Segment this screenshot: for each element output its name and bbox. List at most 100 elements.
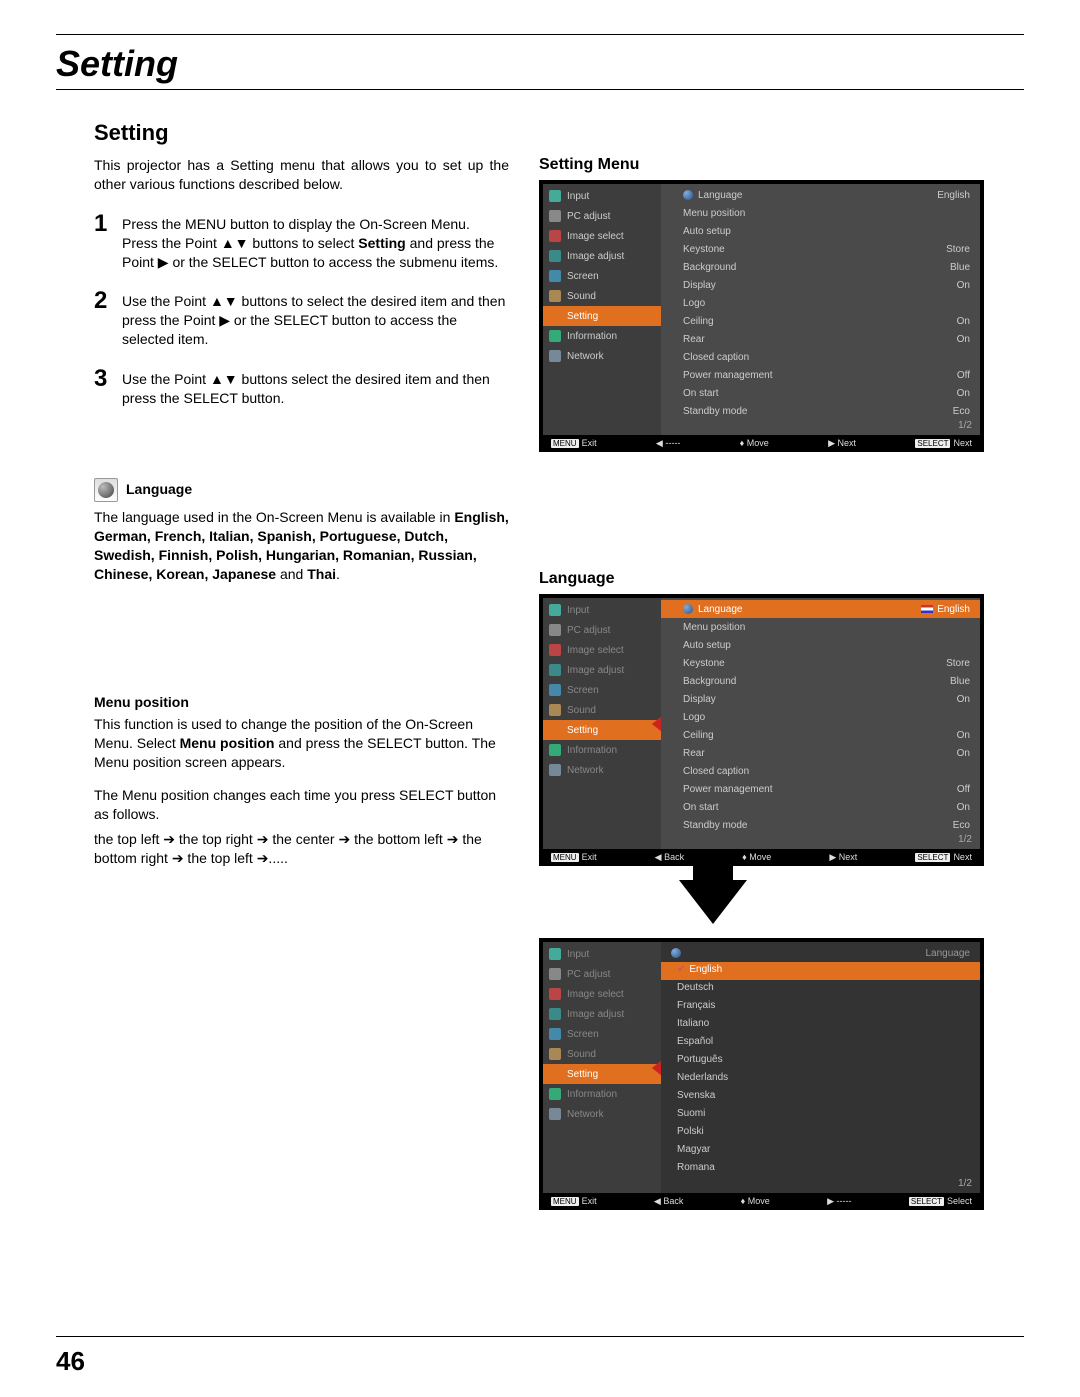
osd-language-option: Polski (661, 1124, 980, 1142)
menu-position-p1: This function is used to change the posi… (94, 715, 509, 772)
osd-setting-row: Auto setup (661, 222, 980, 240)
osd-lang-header: Language (661, 944, 980, 962)
menu-icon (549, 210, 561, 222)
menu-icon (549, 1028, 561, 1040)
osd-setting-row: KeystoneStore (661, 240, 980, 258)
menu-icon (549, 644, 561, 656)
osd-setting-row: Auto setup (661, 636, 980, 654)
osd-setting-row: Logo (661, 708, 980, 726)
section-title: Setting (94, 120, 1024, 146)
osd-language-option: ✔English (661, 962, 980, 980)
osd-setting-row: Menu position (661, 204, 980, 222)
page-number: 46 (56, 1346, 85, 1377)
osd-language-option: Suomi (661, 1106, 980, 1124)
menu-icon (549, 1048, 561, 1060)
osd-side-item: Sound (543, 1044, 661, 1064)
osd-side-item: Image adjust (543, 660, 661, 680)
osd-side-item: Image select (543, 984, 661, 1004)
osd-setting-row: Closed caption (661, 348, 980, 366)
osd-side-item: Information (543, 740, 661, 760)
osd-language-option: Nederlands (661, 1070, 980, 1088)
osd-page-indicator: 1/2 (661, 420, 980, 433)
menu-icon (549, 290, 561, 302)
osd-side-item: Input (543, 600, 661, 620)
menu-icon (549, 988, 561, 1000)
osd-side-item: Information (543, 326, 661, 346)
menu-icon (549, 310, 561, 322)
osd-side-item: Image select (543, 640, 661, 660)
step-text: Press the MENU button to display the On-… (122, 212, 509, 272)
osd-language-option: Svenska (661, 1088, 980, 1106)
osd-setting-row: Menu position (661, 618, 980, 636)
menu-icon (549, 270, 561, 282)
osd-setting-row: RearOn (661, 744, 980, 762)
menu-position-p2: The Menu position changes each time you … (94, 786, 509, 824)
osd-page-indicator: 1/2 (661, 834, 980, 847)
step-3: 3 Use the Point ▲▼ buttons select the de… (94, 367, 509, 408)
step-number: 2 (94, 289, 122, 349)
osd-side-item: Setting (543, 1064, 661, 1084)
osd-language-option: Romana (661, 1160, 980, 1178)
osd-setting-row: BackgroundBlue (661, 672, 980, 690)
menu-icon (549, 684, 561, 696)
osd-setting-menu: InputPC adjustImage selectImage adjustSc… (539, 180, 984, 452)
osd-side-item: Sound (543, 286, 661, 306)
bottom-rule (56, 1336, 1024, 1337)
top-rule (56, 34, 1024, 35)
right-column: Setting Menu InputPC adjustImage selectI… (539, 156, 984, 1210)
arrow-down-icon (679, 880, 747, 924)
osd-side-item: Information (543, 1084, 661, 1104)
two-column-layout: This projector has a Setting menu that a… (56, 156, 1024, 1210)
osd-footer: MENUExit ◀ Back ♦ Move ▶ ----- SELECTSel… (543, 1193, 980, 1210)
osd-side-item: Input (543, 944, 661, 964)
osd-side-item: Network (543, 760, 661, 780)
menu-icon (549, 744, 561, 756)
chapter-title: Setting (56, 43, 1024, 85)
menu-icon (549, 624, 561, 636)
menu-icon (549, 250, 561, 262)
menu-icon (549, 350, 561, 362)
osd-language-option: Español (661, 1034, 980, 1052)
osd-setting-row: Logo (661, 294, 980, 312)
osd-language-option: Português (661, 1052, 980, 1070)
osd-side-item: PC adjust (543, 620, 661, 640)
step-text: Use the Point ▲▼ buttons select the desi… (122, 367, 509, 408)
osd-setting-row: Standby modeEco (661, 402, 980, 420)
language-body: The language used in the On-Screen Menu … (94, 508, 509, 584)
menu-icon (549, 764, 561, 776)
menu-icon (549, 948, 561, 960)
osd-page-indicator: 1/2 (661, 1178, 980, 1191)
osd-setting-row: Power managementOff (661, 366, 980, 384)
step-number: 3 (94, 367, 122, 408)
menu-icon (549, 1068, 561, 1080)
osd-side-item: Image adjust (543, 1004, 661, 1024)
osd-language-option: Magyar (661, 1142, 980, 1160)
globe-icon (94, 478, 118, 502)
osd-side-item: Network (543, 346, 661, 366)
menu-icon (549, 230, 561, 242)
osd-setting-row: BackgroundBlue (661, 258, 980, 276)
osd-setting-row: DisplayOn (661, 276, 980, 294)
osd-language-selected: InputPC adjustImage selectImage adjustSc… (539, 594, 984, 866)
menu-icon (549, 968, 561, 980)
osd-side-item: Screen (543, 680, 661, 700)
osd-footer: MENUExit ◀ Back ♦ Move ▶ Next SELECTNext (543, 849, 980, 866)
osd-side-item: Sound (543, 700, 661, 720)
step-number: 1 (94, 212, 122, 272)
top-rule-2 (56, 89, 1024, 90)
osd-setting-row: Closed caption (661, 762, 980, 780)
language-caption: Language (539, 570, 984, 588)
osd-side-item: Setting (543, 720, 661, 740)
menu-icon (549, 330, 561, 342)
osd-setting-row: KeystoneStore (661, 654, 980, 672)
menu-icon (549, 724, 561, 736)
osd-setting-row: LanguageEnglish (661, 600, 980, 618)
menu-icon (549, 704, 561, 716)
menu-position-sequence: the top left ➔ the top right ➔ the cente… (94, 830, 509, 868)
osd-setting-row: RearOn (661, 330, 980, 348)
menu-icon (549, 1108, 561, 1120)
osd-footer: MENUExit ◀ ----- ♦ Move ▶ Next SELECTNex… (543, 435, 980, 452)
osd-setting-row: On startOn (661, 798, 980, 816)
osd-language-list: InputPC adjustImage selectImage adjustSc… (539, 938, 984, 1210)
osd-setting-row: Power managementOff (661, 780, 980, 798)
